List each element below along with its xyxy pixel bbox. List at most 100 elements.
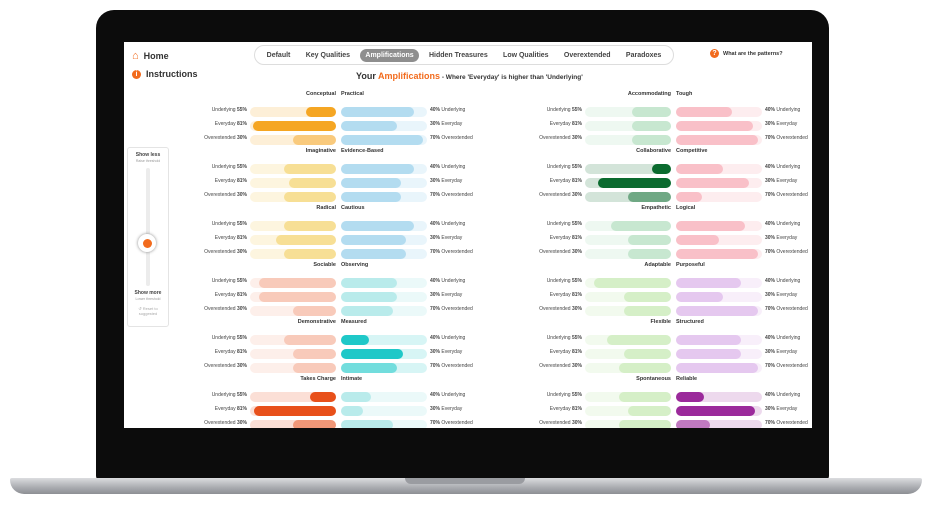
left-score-bar [250, 192, 336, 202]
title-prefix: Your [356, 71, 376, 81]
left-score-fill [258, 278, 336, 288]
left-score-bar [250, 121, 336, 131]
right-score-fill [676, 164, 724, 174]
left-score-fill [293, 420, 336, 428]
metric-value: 30% [765, 235, 776, 241]
metric-name: Everyday [549, 406, 571, 412]
metric-row: Underlying 55% 40% Underlying [184, 164, 480, 174]
left-metric-label: Everyday 81% [184, 406, 247, 412]
left-score-bar [585, 121, 671, 131]
right-score-fill [676, 235, 719, 245]
metric-row: Overextended 30% 70% Overextended [184, 192, 480, 202]
metric-name: Overextended [539, 192, 571, 198]
metric-value: 55% [571, 278, 582, 284]
right-quality-label: Intimate [341, 376, 363, 382]
right-quality-label: Competitive [676, 148, 708, 154]
metric-name: Underlying [211, 278, 236, 284]
home-link[interactable]: ⌂ Home [132, 50, 169, 62]
metric-name: Underlying [441, 164, 466, 170]
right-metric-label: 40% Underlying [765, 164, 812, 170]
right-score-fill [676, 221, 745, 231]
metric-value: 70% [430, 306, 441, 312]
right-score-bar [676, 392, 762, 402]
metric-name: Everyday [441, 178, 463, 184]
right-metric-label: 70% Overextended [765, 306, 812, 312]
metric-value: 81% [236, 121, 247, 127]
right-score-bar [341, 192, 427, 202]
metric-value: 70% [765, 420, 776, 426]
metric-value: 70% [430, 192, 441, 198]
right-score-fill [341, 406, 363, 416]
metric-row: Overextended 30% 70% Overextended [184, 420, 480, 428]
left-score-fill [310, 392, 336, 402]
left-score-bar [585, 249, 671, 259]
metric-row: Underlying 55% 40% Underlying [184, 278, 480, 288]
left-score-fill [293, 306, 336, 316]
tab-paradoxes[interactable]: Paradoxes [621, 49, 666, 62]
left-score-bar [250, 249, 336, 259]
left-score-bar [250, 392, 336, 402]
tab-amplifications[interactable]: Amplifications [360, 48, 419, 62]
metric-row: Everyday 81% 30% Everyday [184, 121, 480, 131]
left-metric-label: Underlying 55% [519, 107, 582, 113]
left-metric-label: Overextended 30% [519, 363, 582, 369]
right-quality-label: Evidence-Based [341, 148, 384, 154]
tab-low-qualities[interactable]: Low Qualities [498, 49, 554, 62]
right-score-bar [676, 335, 762, 345]
left-score-bar [250, 164, 336, 174]
right-metric-label: 70% Overextended [765, 420, 812, 426]
left-score-bar [250, 363, 336, 373]
left-score-bar [250, 420, 336, 428]
threshold-slider-handle[interactable] [138, 234, 156, 252]
left-score-bar [250, 306, 336, 316]
left-score-fill [632, 121, 671, 131]
left-score-fill [619, 392, 671, 402]
left-metric-label: Overextended 30% [519, 192, 582, 198]
quality-pair-group: Spontaneous Reliable Underlying 55% 40% Und… [519, 376, 812, 428]
left-score-fill [258, 292, 336, 302]
quality-pair-group: Demonstrative Measured Underlying 55% 40% U… [184, 319, 480, 373]
threshold-slider-track[interactable] [146, 168, 150, 286]
left-score-bar [585, 178, 671, 188]
metric-name: Overextended [539, 306, 571, 312]
metric-name: Underlying [776, 278, 801, 284]
left-score-bar [585, 406, 671, 416]
left-score-bar [585, 278, 671, 288]
left-metric-label: Underlying 55% [184, 107, 247, 113]
patterns-help-link[interactable]: ? What are the patterns? [710, 49, 783, 58]
metric-value: 30% [236, 192, 247, 198]
left-metric-label: Underlying 55% [519, 278, 582, 284]
left-score-bar [585, 335, 671, 345]
tab-key-qualities[interactable]: Key Qualities [301, 49, 355, 62]
right-score-fill [676, 178, 750, 188]
left-quality-label: Accommodating [627, 91, 671, 97]
right-score-bar [676, 349, 762, 359]
left-metric-label: Underlying 55% [184, 392, 247, 398]
left-score-fill [628, 192, 671, 202]
metric-row: Overextended 30% 70% Overextended [184, 363, 480, 373]
metric-value: 81% [236, 292, 247, 298]
metric-name: Everyday [549, 121, 571, 127]
reset-to-suggested-button[interactable]: ↺ Reset to suggested [130, 306, 166, 316]
tab-default[interactable]: Default [262, 49, 296, 62]
tab-overextended[interactable]: Overextended [559, 49, 616, 62]
metric-value: 70% [765, 135, 776, 141]
tab-hidden-treasures[interactable]: Hidden Treasures [424, 49, 493, 62]
left-score-bar [250, 235, 336, 245]
quality-pair-group: Sociable Observing Underlying 55% 40% Under… [184, 262, 480, 316]
metric-name: Everyday [776, 292, 798, 298]
help-label: What are the patterns? [723, 50, 783, 57]
right-score-fill [341, 392, 372, 402]
metric-value: 40% [430, 335, 441, 341]
quality-pair-group: Empathetic Logical Underlying 55% 40% Under… [519, 205, 812, 259]
metric-name: Everyday [214, 349, 236, 355]
metric-value: 55% [236, 221, 247, 227]
metric-name: Everyday [214, 292, 236, 298]
left-score-bar [250, 349, 336, 359]
metric-name: Underlying [546, 221, 571, 227]
metric-value: 30% [765, 121, 776, 127]
metric-name: Overextended [204, 363, 236, 369]
metric-row: Everyday 81% 30% Everyday [184, 349, 480, 359]
metric-name: Underlying [546, 107, 571, 113]
metric-value: 81% [571, 235, 582, 241]
